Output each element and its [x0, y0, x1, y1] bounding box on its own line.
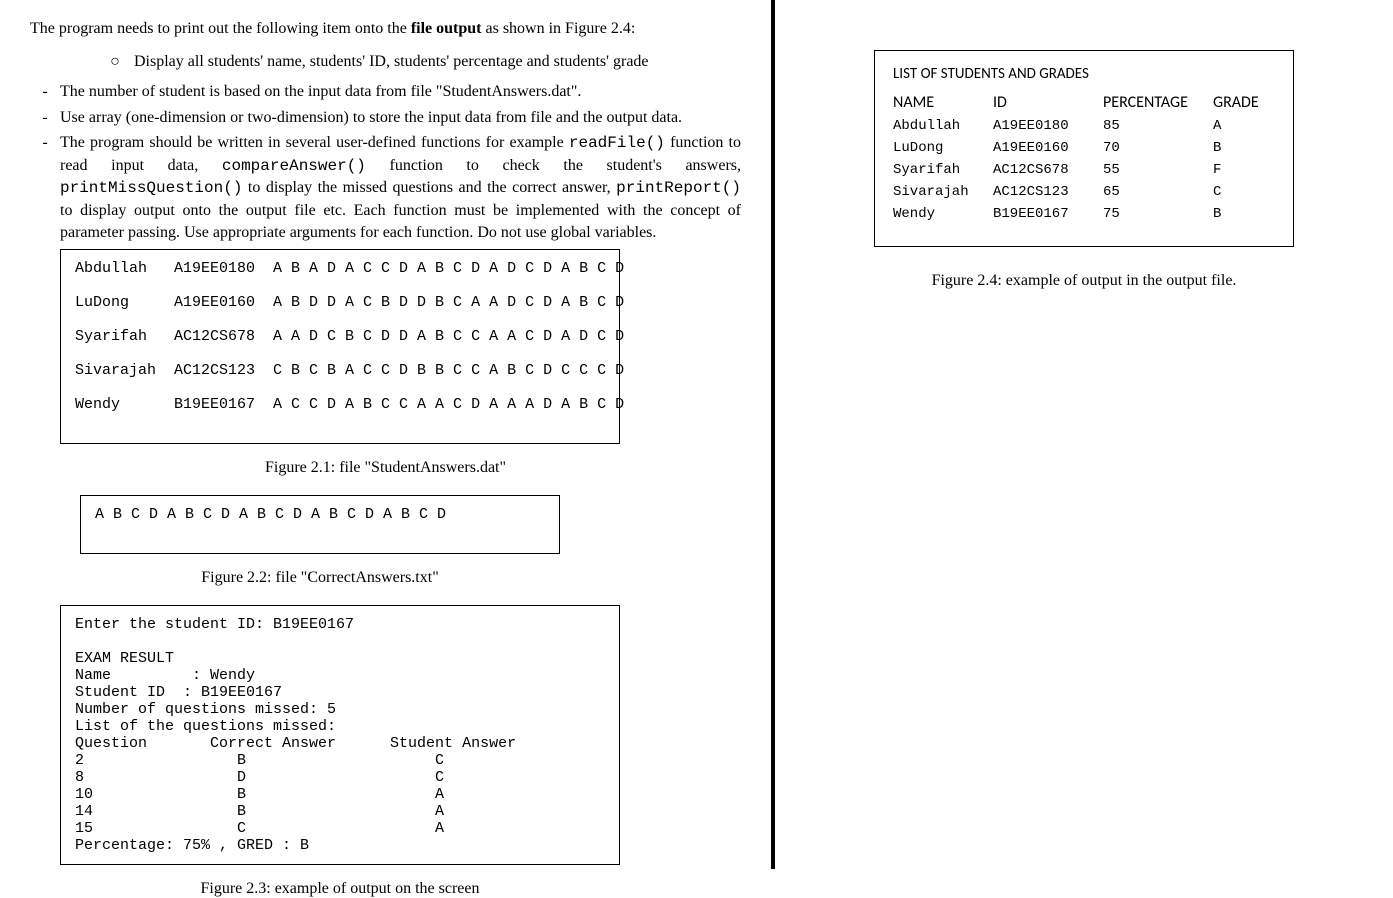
intro-paragraph: The program needs to print out the follo… — [30, 20, 741, 38]
cell-percentage: 55 — [1103, 162, 1213, 178]
dash-bullet-list: - The number of student is based on the … — [30, 81, 741, 243]
figure-2-2-content: A B C D A B C D A B C D A B C D A B C D — [95, 506, 446, 523]
cell-name: LuDong — [893, 140, 993, 156]
table-row: SivarajahAC12CS12365C — [893, 184, 1275, 200]
figure-2-3-caption: Figure 2.3: example of output on the scr… — [30, 880, 650, 898]
table-row: SyarifahAC12CS67855F — [893, 162, 1275, 178]
bullet-1: - The number of student is based on the … — [30, 81, 741, 103]
col-percentage: PERCENTAGE — [1103, 93, 1213, 112]
table-row: WendyB19EE016775B — [893, 206, 1275, 222]
bullet-1-text: The number of student is based on the in… — [60, 81, 741, 103]
cell-percentage: 75 — [1103, 206, 1213, 222]
cell-id: AC12CS123 — [993, 184, 1103, 200]
col-grade: GRADE — [1213, 93, 1273, 112]
cell-id: AC12CS678 — [993, 162, 1103, 178]
bullet-2: - Use array (one-dimension or two-dimens… — [30, 107, 741, 129]
cell-id: B19EE0167 — [993, 206, 1103, 222]
cell-id: A19EE0180 — [993, 118, 1103, 134]
figure-2-4-title: LIST OF STUDENTS AND GRADES — [893, 65, 1275, 83]
cell-name: Syarifah — [893, 162, 993, 178]
figure-2-2-box: A B C D A B C D A B C D A B C D A B C D — [80, 495, 560, 554]
cell-name: Sivarajah — [893, 184, 993, 200]
cell-percentage: 85 — [1103, 118, 1213, 134]
figure-2-4-box: LIST OF STUDENTS AND GRADES NAME ID PERC… — [874, 50, 1294, 247]
figure-2-4-caption: Figure 2.4: example of output in the out… — [932, 272, 1237, 290]
figure-2-3-box: Enter the student ID: B19EE0167 EXAM RES… — [60, 605, 620, 865]
code-printreport: printReport() — [616, 179, 741, 197]
circle-bullet-icon: ○ — [110, 53, 120, 71]
cell-percentage: 65 — [1103, 184, 1213, 200]
cell-id: A19EE0160 — [993, 140, 1103, 156]
intro-suffix: as shown in Figure 2.4: — [481, 20, 635, 37]
bullet-2-text: Use array (one-dimension or two-dimensio… — [60, 107, 741, 129]
cell-grade: F — [1213, 162, 1273, 178]
cell-name: Wendy — [893, 206, 993, 222]
page-right-column: LIST OF STUDENTS AND GRADES NAME ID PERC… — [775, 0, 1393, 869]
display-line: ○ Display all students' name, students' … — [110, 53, 741, 71]
display-text: Display all students' name, students' ID… — [134, 53, 649, 70]
intro-bold: file output — [411, 20, 482, 37]
dash-icon: - — [30, 107, 60, 129]
code-printmissquestion: printMissQuestion() — [60, 179, 242, 197]
cell-grade: A — [1213, 118, 1273, 134]
cell-percentage: 70 — [1103, 140, 1213, 156]
cell-grade: B — [1213, 140, 1273, 156]
code-readfile: readFile() — [569, 134, 665, 152]
cell-grade: B — [1213, 206, 1273, 222]
intro-prefix: The program needs to print out the follo… — [30, 20, 411, 37]
figure-2-4-rows: AbdullahA19EE018085ALuDongA19EE016070BSy… — [893, 118, 1275, 222]
col-name: NAME — [893, 93, 993, 112]
figure-2-1-box: Abdullah A19EE0180 A B A D A C C D A B C… — [60, 249, 620, 444]
figure-2-1-caption: Figure 2.1: file "StudentAnswers.dat" — [30, 459, 741, 477]
figure-2-2-caption: Figure 2.2: file "CorrectAnswers.txt" — [70, 569, 570, 587]
table-row: LuDongA19EE016070B — [893, 140, 1275, 156]
dash-icon: - — [30, 132, 60, 243]
col-id: ID — [993, 93, 1103, 112]
code-compareanswer: compareAnswer() — [222, 157, 366, 175]
page-left-column: The program needs to print out the follo… — [0, 0, 775, 869]
figure-2-4-header-row: NAME ID PERCENTAGE GRADE — [893, 93, 1275, 112]
bullet-3-text: The program should be written in several… — [60, 132, 741, 243]
bullet-3: - The program should be written in sever… — [30, 132, 741, 243]
cell-grade: C — [1213, 184, 1273, 200]
table-row: AbdullahA19EE018085A — [893, 118, 1275, 134]
dash-icon: - — [30, 81, 60, 103]
cell-name: Abdullah — [893, 118, 993, 134]
